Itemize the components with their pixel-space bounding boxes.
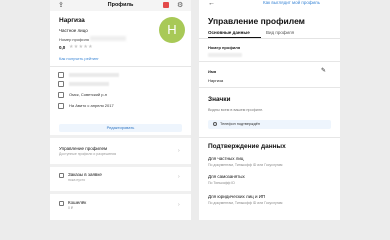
menu-item-manage-profile[interactable]: Управление профилем Доступные профили и … (50, 146, 191, 162)
profile-name: Наргиза (59, 17, 85, 24)
divider (199, 87, 340, 88)
profile-number-blurred (90, 36, 126, 41)
verify-item-subtitle: По документам, Тинькофф ID или Госуслуга… (208, 162, 283, 167)
chevron-right-icon: › (178, 174, 180, 180)
location-text: Омск, Советский р-н (69, 92, 108, 98)
menu-item-title: Управление профилем (59, 146, 108, 151)
verification-heading: Подтверждение данных (208, 143, 286, 150)
mail-icon (58, 72, 64, 78)
info-row-location: Омск, Советский р-н (58, 92, 107, 101)
edit-profile-button[interactable]: Редактировать (59, 124, 182, 132)
verify-item-title: Для частных лиц (208, 156, 244, 161)
menu-item-title: Кошелёк (68, 200, 87, 205)
check-circle-icon (213, 122, 217, 126)
gear-icon[interactable]: ⚙ (177, 1, 183, 9)
verify-individual[interactable]: Для частных лиц По документам, Тинькофф … (208, 156, 331, 167)
verify-item-subtitle: По документам, Тинькофф ID или Госуслуга… (208, 200, 283, 205)
rating-stars: ★★★★★ (69, 44, 93, 50)
tab-main-data[interactable]: Основные данные (208, 30, 250, 35)
profile-screen: ⇪ Профиль ⚙ Наргиза Частное лицо Номер п… (50, 0, 191, 220)
menu-item-subtitle: пока пусто (68, 178, 86, 182)
verify-self-employed[interactable]: Для самозанятых По Тинькофф ID (208, 174, 331, 185)
profile-number-label: Номер профиля (59, 37, 90, 42)
phone-verified-badge: Телефон подтверждён (208, 120, 331, 129)
chevron-right-icon: › (178, 202, 180, 208)
wallet-icon (59, 201, 64, 206)
divider (199, 137, 340, 138)
menu-item-orders[interactable]: Заказы в заявке пока пусто › (50, 172, 191, 188)
verify-legal-entity[interactable]: Для юридических лиц и ИП По документам, … (208, 194, 331, 205)
profile-number-blurred (208, 53, 242, 57)
info-row-since: На Авито с апреля 2017 (58, 103, 114, 112)
since-text: На Авито с апреля 2017 (69, 103, 114, 109)
verify-item-title: Для самозанятых (208, 174, 245, 179)
badges-description: Видны всем в вашем профиле. (208, 108, 264, 112)
how-to-get-rating-link[interactable]: Как получить рейтинг (59, 56, 99, 61)
manage-profile-screen: ← Как выглядит мой профиль Управление пр… (199, 0, 340, 220)
page-title: Профиль (107, 2, 134, 8)
chevron-right-icon: › (178, 148, 180, 154)
back-arrow-icon[interactable]: ← (208, 0, 215, 7)
badge-label: Телефон подтверждён (220, 122, 261, 126)
page-title: Управление профилем (208, 16, 305, 26)
verify-item-title: Для юридических лиц и ИП (208, 194, 266, 199)
active-tab-indicator (208, 37, 261, 38)
orders-icon (59, 173, 64, 178)
calendar-icon (58, 103, 64, 109)
edit-pencil-icon[interactable]: ✎ (321, 67, 326, 74)
location-icon (58, 92, 64, 98)
divider (50, 135, 191, 138)
notification-icon[interactable] (163, 2, 169, 8)
menu-item-title: Заказы в заявке (68, 172, 102, 177)
divider (50, 66, 191, 67)
name-value: Наргиза (208, 78, 224, 83)
badges-heading: Значки (208, 96, 231, 103)
divider (50, 191, 191, 194)
info-row-phone (58, 81, 109, 90)
divider (199, 61, 340, 62)
view-my-profile-link[interactable]: Как выглядит мой профиль (263, 0, 320, 5)
profile-number-label: Номер профиля (208, 45, 241, 50)
menu-item-wallet[interactable]: Кошелёк 0 ₽ › (50, 200, 191, 216)
menu-item-subtitle: 0 ₽ (68, 206, 74, 210)
info-row-email (58, 72, 119, 81)
rating-value: 0,0 (59, 45, 66, 50)
avatar[interactable]: H (159, 17, 185, 43)
name-label: Имя (208, 69, 217, 74)
verify-item-subtitle: По Тинькофф ID (208, 180, 235, 185)
menu-item-subtitle: Доступные профили и разрешения (59, 152, 117, 156)
tab-profile-view[interactable]: Вид профиля (266, 30, 294, 35)
account-type: Частное лицо (59, 28, 88, 33)
phone-icon (58, 81, 64, 87)
divider (50, 164, 191, 167)
